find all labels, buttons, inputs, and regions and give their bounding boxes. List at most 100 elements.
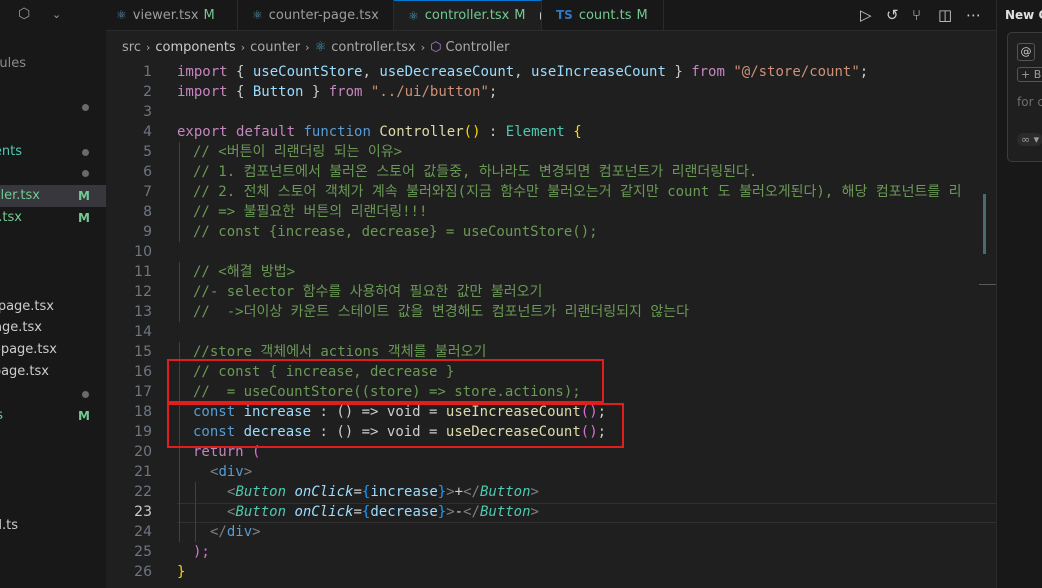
react-icon: ⚛ (314, 39, 327, 55)
modified-dot-icon (82, 149, 89, 156)
explorer-item[interactable] (0, 162, 106, 184)
symbol-class-icon: ⬡ (430, 39, 442, 55)
more-actions-icon[interactable]: ⋯ (966, 6, 981, 24)
explorer-item-status: M (78, 409, 90, 423)
line-number: 14 (134, 324, 152, 340)
breadcrumb-components[interactable]: components (155, 40, 235, 55)
unsaved-dot-icon[interactable] (539, 11, 541, 20)
line-number: 4 (143, 124, 152, 140)
code-line-div-open: <div> (210, 464, 253, 480)
line-number: 18 (134, 404, 152, 420)
explorer-item[interactable] (0, 96, 106, 118)
breadcrumb-symbol[interactable]: Controller (446, 40, 510, 55)
line-number: 25 (134, 544, 152, 560)
explorer-item-label: age.tsx (0, 320, 42, 335)
code-line-div-close: </div> (210, 524, 261, 540)
explorer-item[interactable]: r-page.tsx (0, 296, 106, 318)
cube-icon[interactable]: ⬡ (18, 6, 30, 22)
line-number: 2 (143, 84, 152, 100)
tab-label: counter-page.tsx (268, 7, 379, 23)
indent-guide (195, 482, 196, 542)
code-comment: // => 불필요한 버튼의 리랜더링!!! (193, 204, 428, 220)
tab-counter-page[interactable]: ⚛ counter-page.tsx (238, 0, 394, 30)
modified-dot-icon (82, 391, 89, 398)
modified-dot-icon (82, 170, 89, 177)
react-icon: ⚛ (116, 8, 127, 22)
line-number: 13 (134, 304, 152, 320)
explorer-item-status: M (78, 211, 90, 225)
explorer-item[interactable]: age.tsx (0, 317, 106, 339)
add-context-button[interactable]: + B (1017, 67, 1042, 82)
run-icon[interactable]: ▷ (860, 6, 872, 24)
editor-scrollbar[interactable] (979, 62, 996, 588)
line-number: 7 (143, 184, 152, 200)
explorer-item-label: ents (0, 144, 22, 159)
breadcrumb-src[interactable]: src (122, 40, 141, 55)
code-line-function-close: } (177, 564, 186, 580)
line-number: 1 (143, 64, 152, 80)
line-number: 24 (134, 524, 152, 540)
code-comment: // ->더이상 카운트 스테이트 값을 변경해도 컴포넌트가 리랜더링되지 않… (193, 304, 689, 320)
scrollbar-marker (979, 284, 996, 285)
scrollbar-thumb[interactable] (983, 194, 986, 254)
react-icon: ⚛ (252, 8, 263, 22)
tab-label: viewer.tsx (132, 7, 199, 23)
chat-input-box[interactable]: @ + B for c ∞ ▾ (1007, 32, 1042, 162)
explorer-item[interactable]: ents (0, 141, 106, 163)
tab-label: controller.tsx (424, 8, 510, 23)
explorer-item[interactable] (0, 383, 106, 405)
modified-dot-icon (82, 104, 89, 111)
line-number: 11 (134, 264, 152, 280)
line-number: 17 (134, 384, 152, 400)
line-number: 20 (134, 444, 152, 460)
breadcrumb-file[interactable]: controller.tsx (331, 40, 416, 55)
explorer-item[interactable]: o-page.tsx (0, 339, 106, 361)
explorer-item-label: o-page.tsx (0, 342, 57, 357)
chat-title: New C (1005, 8, 1042, 22)
explorer-item[interactable]: -page.tsx (0, 361, 106, 383)
line-number: 21 (134, 464, 152, 480)
tab-status: M (636, 7, 648, 23)
line-number: 26 (134, 564, 152, 580)
mention-button[interactable]: @ (1017, 43, 1035, 61)
line-number: 19 (134, 424, 152, 440)
code-comment: // const {increase, decrease} = useCount… (193, 224, 598, 240)
code-line-function-decl: export default function Controller() : E… (177, 124, 582, 140)
mode-dropdown[interactable]: ∞ ▾ (1017, 133, 1042, 146)
chat-panel: New C @ + B for c ∞ ▾ (996, 0, 1042, 588)
split-editor-icon[interactable]: ◫ (938, 6, 952, 24)
explorer-item-viewer[interactable]: r.tsx M (0, 207, 106, 229)
explorer-item[interactable]: d.ts (0, 515, 106, 537)
explorer-item-label: dules (0, 56, 26, 71)
explorer-item-label: -page.tsx (0, 364, 49, 379)
explorer-item[interactable]: dules (0, 53, 106, 75)
source-control-icon[interactable]: ⑂ (912, 6, 921, 24)
chat-input-placeholder[interactable]: for c (1017, 95, 1042, 109)
react-icon: ⚛ (408, 8, 419, 23)
line-number: 3 (143, 104, 152, 120)
explorer-item-controller[interactable]: ller.tsx M (0, 185, 106, 207)
line-number: 8 (143, 204, 152, 220)
code-line-button-increase: <Button onClick={increase}>+</Button> (227, 484, 539, 500)
code-editor[interactable]: 1 2 3 4 5 6 7 8 9 10 11 12 13 14 15 16 1… (106, 62, 996, 588)
chevron-right-icon: › (240, 40, 246, 54)
tab-count[interactable]: TS count.ts M (542, 0, 664, 30)
explorer-item-label: d.ts (0, 518, 18, 533)
tab-controller[interactable]: ⚛ controller.tsx M (394, 0, 542, 30)
line-number: 9 (143, 224, 152, 240)
code-line-button-decrease: <Button onClick={decrease}>-</Button> (227, 504, 539, 520)
breadcrumb-counter[interactable]: counter (250, 40, 300, 55)
chevron-down-icon[interactable]: ⌄ (52, 8, 61, 21)
history-icon[interactable]: ↺ (886, 6, 899, 24)
editor-tab-bar: ⬡ ⌄ ⚛ viewer.tsx M ⚛ counter-page.tsx ⚛ … (0, 0, 996, 31)
explorer-sidebar: dules ents ller.tsx M r.tsx M r-page.tsx a… (0, 30, 106, 588)
code-comment: // 1. 컴포넌트에서 불러온 스토어 값들중, 하나라도 변경되면 컴포넌트… (193, 164, 758, 180)
explorer-item-label: r.tsx (0, 210, 22, 225)
tab-viewer[interactable]: ⚛ viewer.tsx M (102, 0, 238, 30)
code-line-return-close: ); (193, 544, 210, 560)
code-comment: // 2. 전체 스토어 객체가 계속 불러와짐(지금 함수만 불러오는거 같지… (193, 184, 962, 200)
line-number: 22 (134, 484, 152, 500)
tab-status: M (203, 7, 215, 23)
annotation-box-selector-hooks (167, 403, 624, 448)
explorer-item[interactable]: sM (0, 405, 106, 427)
